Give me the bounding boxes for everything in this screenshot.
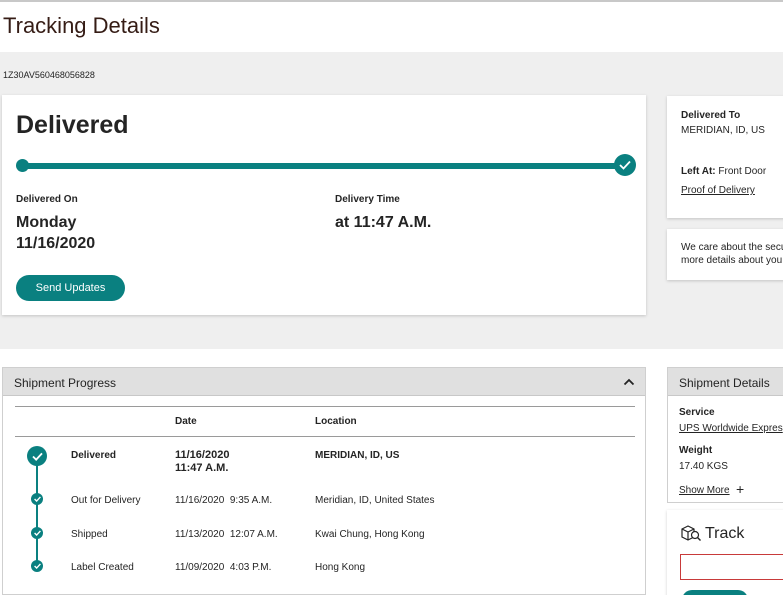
send-updates-button[interactable]: Send Updates [16, 275, 125, 301]
delivered-on-label: Delivered On [16, 194, 78, 205]
weight-value: 17.40 KGS [679, 461, 728, 472]
timeline-check-icon [31, 527, 43, 539]
shipment-progress-title: Shipment Progress [14, 376, 117, 390]
proof-of-delivery-link[interactable]: Proof of Delivery [681, 185, 755, 196]
table-header-rule [15, 436, 635, 437]
track-button[interactable] [682, 590, 748, 595]
security-notice-line2: more details about you [681, 255, 783, 266]
shipment-details-title: Shipment Details [679, 376, 770, 390]
weight-label: Weight [679, 445, 713, 456]
track-panel: Track [667, 510, 783, 595]
track-title: Track [705, 525, 745, 542]
row-date: 11/16/2020 [175, 495, 225, 506]
row-date-time: 11/09/2020 4:03 P.M. [175, 562, 271, 573]
left-at-line: Left At: Front Door [681, 166, 766, 177]
chevron-up-icon[interactable] [623, 377, 635, 387]
shipment-details-header[interactable]: Shipment Details [668, 368, 783, 396]
left-at-value: Front Door [718, 166, 767, 177]
row-status: Label Created [71, 562, 134, 573]
row-location: Kwai Chung, Hong Kong [315, 529, 425, 540]
delivered-to-value: MERIDIAN, ID, US [681, 125, 765, 136]
left-at-label: Left At: [681, 166, 716, 177]
tracking-number-input[interactable] [680, 554, 783, 580]
delivery-info-card: Delivered To MERIDIAN, ID, US Left At: F… [667, 96, 783, 218]
row-date: 11/16/2020 [175, 449, 230, 461]
row-status: Shipped [71, 529, 108, 540]
row-location: Meridian, ID, United States [315, 495, 435, 506]
row-location: MERIDIAN, ID, US [315, 450, 400, 461]
show-more-link[interactable]: Show More [679, 485, 730, 496]
row-date: 11/13/2020 [175, 529, 225, 540]
row-status: Out for Delivery [71, 495, 141, 506]
progress-start-dot [16, 159, 29, 172]
service-value-link[interactable]: UPS Worldwide Expres [679, 423, 783, 434]
column-header-location: Location [315, 416, 357, 427]
delivery-progress-bar [22, 163, 624, 169]
delivery-time-label: Delivery Time [335, 194, 400, 205]
shipment-progress-panel: Shipment Progress Date Location Delivere… [2, 367, 646, 595]
timeline-check-icon [27, 446, 47, 466]
delivered-on-day: Monday [16, 214, 77, 231]
progress-complete-icon [614, 154, 636, 176]
package-search-icon [681, 525, 701, 541]
row-date-time: 11/13/2020 12:07 A.M. [175, 529, 278, 540]
timeline-check-icon [31, 560, 43, 572]
row-date: 11/09/2020 [175, 562, 225, 573]
row-time: 9:35 A.M. [229, 495, 273, 506]
timeline-line [36, 463, 38, 568]
top-divider [0, 0, 783, 2]
security-notice-card: We care about the secu more details abou… [667, 229, 783, 280]
status-heading: Delivered [16, 111, 129, 139]
timeline-check-icon [31, 493, 43, 505]
tracking-number: 1Z30AV560468056828 [3, 70, 95, 80]
service-label: Service [679, 407, 715, 418]
security-notice-line1: We care about the secu [681, 242, 783, 253]
shipment-details-panel: Shipment Details Service UPS Worldwide E… [667, 367, 783, 503]
delivery-time-value: at 11:47 A.M. [335, 214, 432, 231]
delivery-status-card: Delivered Delivered On Monday 11/16/2020… [2, 95, 646, 315]
plus-icon[interactable]: + [736, 481, 744, 497]
delivered-to-label: Delivered To [681, 110, 741, 121]
shipment-progress-header[interactable]: Shipment Progress [3, 368, 645, 396]
row-status: Delivered [71, 450, 117, 461]
page-title: Tracking Details [3, 13, 160, 38]
row-time: 11:47 A.M. [175, 462, 229, 474]
row-location: Hong Kong [315, 562, 366, 573]
row-time: 12:07 A.M. [229, 529, 278, 540]
delivered-on-date: 11/16/2020 [16, 235, 96, 252]
row-date-time: 11/16/2020 9:35 A.M. [175, 495, 272, 506]
row-time: 4:03 P.M. [229, 562, 272, 573]
table-top-rule [15, 406, 635, 407]
column-header-date: Date [175, 416, 197, 427]
